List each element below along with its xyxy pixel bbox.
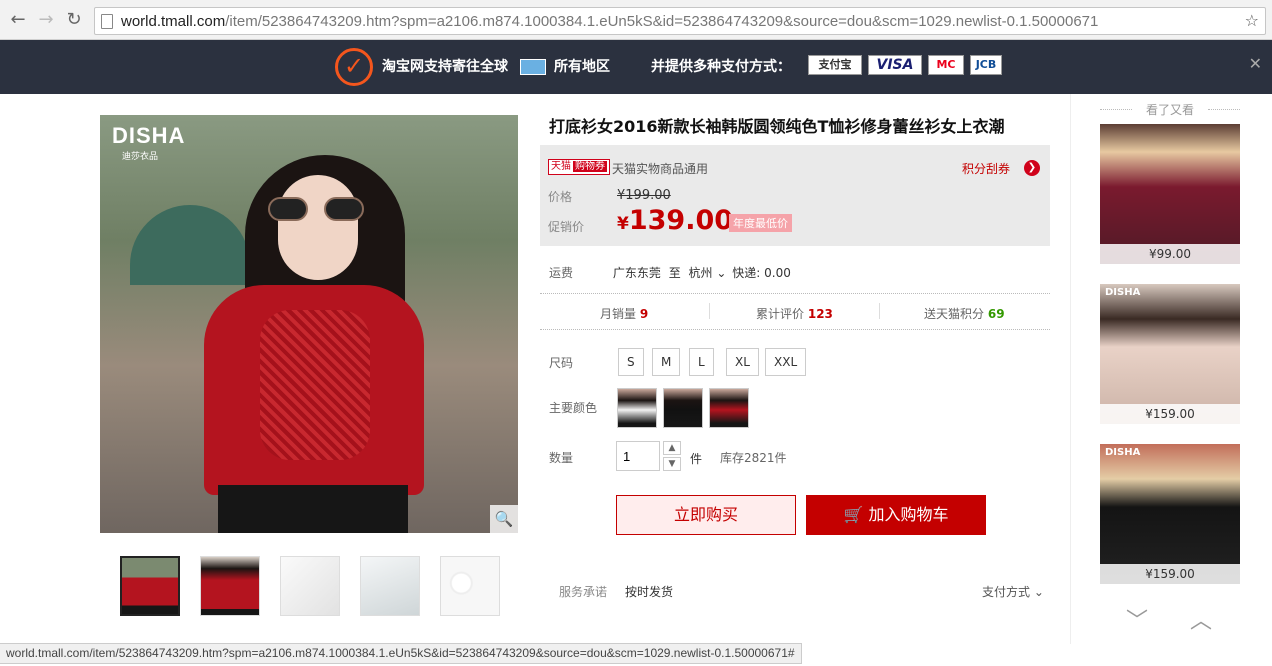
page-icon bbox=[101, 14, 113, 29]
black-pants bbox=[218, 485, 408, 533]
color-option-red[interactable] bbox=[709, 388, 749, 428]
product-title: 打底衫女2016新款长袖韩版圆领纯色T恤衫修身蕾丝衫女上衣潮 bbox=[549, 117, 1005, 136]
global-shipping-banner: ✓ 淘宝网支持寄往全球 所有地区 并提供多种支付方式： 支付宝 VISA MC … bbox=[0, 40, 1272, 94]
original-price: ¥199.00 bbox=[617, 188, 671, 203]
thumbnail-3[interactable] bbox=[280, 556, 340, 616]
promo-price: ¥139.00 bbox=[617, 205, 734, 236]
model-face bbox=[278, 175, 358, 280]
reload-icon[interactable]: ↻ bbox=[64, 9, 84, 31]
shipping-destination[interactable]: 杭州 ⌄ bbox=[689, 266, 727, 280]
price-label: 价格 bbox=[548, 190, 573, 204]
address-bar[interactable]: world.tmall.com/item/523864743209.htm?sp… bbox=[94, 7, 1266, 35]
size-label: 尺码 bbox=[549, 356, 574, 370]
tmall-coupon-tag: 天猫 购物券 bbox=[548, 159, 610, 175]
recommendation-price: ¥159.00 bbox=[1100, 564, 1240, 584]
thumbnail-4[interactable] bbox=[360, 556, 420, 616]
thumbnail-2[interactable] bbox=[200, 556, 260, 616]
recommendation-item-3[interactable]: DISHA ¥159.00 bbox=[1100, 444, 1240, 584]
price-box: 天猫 购物券 天猫实物商品通用 积分刮券 ❯ 价格 ¥199.00 促销价 ¥13… bbox=[540, 145, 1050, 246]
chevron-up-icon[interactable]: ﹀ bbox=[1126, 603, 1148, 635]
forward-icon[interactable]: → bbox=[36, 9, 56, 31]
shipping-to-word: 至 bbox=[668, 266, 681, 280]
quantity-label: 数量 bbox=[549, 451, 574, 465]
recommendation-logo: DISHA bbox=[1105, 447, 1141, 458]
chevron-down-icon: ⌄ bbox=[1033, 585, 1044, 599]
browser-toolbar: ← → ↻ world.tmall.com/item/523864743209.… bbox=[0, 0, 1272, 40]
recommendation-logo: DISHA bbox=[1105, 287, 1141, 298]
monthly-sales: 月销量 9 bbox=[600, 307, 649, 321]
add-to-cart-button[interactable]: 🛒 加入购物车 bbox=[806, 495, 986, 535]
ship-text: 淘宝网支持寄往全球 bbox=[382, 59, 508, 75]
color-option-white[interactable] bbox=[617, 388, 657, 428]
background-umbrella bbox=[130, 205, 250, 285]
shipping-from: 广东东莞 bbox=[612, 266, 661, 280]
size-option-s[interactable]: S bbox=[618, 348, 644, 376]
buy-now-button[interactable]: 立即购买 bbox=[616, 495, 796, 535]
quantity-decrease-icon[interactable]: ▼ bbox=[663, 457, 681, 471]
size-option-xl[interactable]: XL bbox=[726, 348, 759, 376]
quantity-input[interactable] bbox=[616, 441, 660, 471]
color-label: 主要颜色 bbox=[549, 401, 598, 415]
chevron-down-icon: ⌄ bbox=[716, 266, 727, 280]
thumbnail-5[interactable] bbox=[440, 556, 500, 616]
thumbnail-1[interactable] bbox=[120, 556, 180, 616]
promo-price-label: 促销价 bbox=[548, 220, 585, 234]
status-bar: world.tmall.com/item/523864743209.htm?sp… bbox=[0, 643, 802, 664]
brand-logo: DISHA bbox=[112, 123, 186, 148]
stock-count: 库存2821件 bbox=[720, 451, 787, 465]
cart-icon: 🛒 bbox=[843, 505, 864, 524]
lace-panel bbox=[260, 310, 370, 460]
recommendation-price: ¥159.00 bbox=[1100, 404, 1240, 424]
back-icon[interactable]: ← bbox=[8, 9, 28, 31]
region-text: 所有地区 bbox=[554, 59, 610, 75]
shipping-row: 运费 广东东莞 至 杭州 ⌄ 快递: 0.00 bbox=[549, 264, 791, 281]
review-count[interactable]: 累计评价 123 bbox=[756, 305, 833, 322]
divider bbox=[540, 293, 1050, 294]
zoom-icon[interactable]: 🔍 bbox=[490, 505, 518, 533]
mastercard-icon: MC bbox=[928, 55, 964, 75]
points-coupon-link[interactable]: 积分刮券 bbox=[962, 160, 1010, 177]
payment-methods-dropdown[interactable]: 支付方式 ⌄ bbox=[982, 583, 1044, 600]
color-option-black[interactable] bbox=[663, 388, 703, 428]
service-value: 按时发货 bbox=[625, 585, 674, 599]
visa-icon: VISA bbox=[868, 55, 922, 75]
recommendation-item-1[interactable]: ¥99.00 bbox=[1100, 124, 1240, 264]
url-text: world.tmall.com/item/523864743209.htm?sp… bbox=[121, 13, 1099, 30]
payment-text: 并提供多种支付方式： bbox=[651, 59, 791, 75]
divider bbox=[709, 303, 710, 319]
chevron-right-icon[interactable]: ❯ bbox=[1024, 160, 1040, 176]
bookmark-star-icon[interactable]: ☆ bbox=[1245, 11, 1259, 30]
lowest-price-badge: 年度最低价 bbox=[729, 214, 792, 232]
chevron-down-icon[interactable]: ︿ bbox=[1190, 603, 1212, 635]
recommendation-title: 看了又看 bbox=[1100, 101, 1240, 118]
shipping-label: 运费 bbox=[549, 266, 574, 280]
quantity-unit: 件 bbox=[690, 452, 703, 466]
jcb-icon: JCB bbox=[970, 55, 1002, 75]
quantity-increase-icon[interactable]: ▲ bbox=[663, 441, 681, 455]
recommendation-item-2[interactable]: DISHA ¥159.00 bbox=[1100, 284, 1240, 424]
divider bbox=[540, 329, 1050, 330]
coupon-text: 天猫实物商品通用 bbox=[612, 162, 709, 176]
tmall-points: 送天猫积分 69 bbox=[924, 307, 1005, 321]
size-option-xxl[interactable]: XXL bbox=[765, 348, 807, 376]
size-option-m[interactable]: M bbox=[652, 348, 681, 376]
main-product-image[interactable]: DISHA 迪莎衣品 bbox=[100, 115, 518, 533]
brand-subtitle: 迪莎衣品 bbox=[122, 152, 159, 162]
sunglasses bbox=[268, 197, 368, 221]
shipping-fee: 快递: 0.00 bbox=[732, 266, 791, 280]
check-mark-icon: ✓ bbox=[344, 52, 365, 80]
close-icon[interactable]: ✕ bbox=[1249, 54, 1262, 73]
world-map-icon bbox=[520, 59, 546, 75]
alipay-icon: 支付宝 bbox=[808, 55, 862, 75]
recommendation-price: ¥99.00 bbox=[1100, 244, 1240, 264]
size-option-l[interactable]: L bbox=[689, 348, 714, 376]
service-label: 服务承诺 bbox=[559, 585, 608, 599]
divider bbox=[879, 303, 880, 319]
